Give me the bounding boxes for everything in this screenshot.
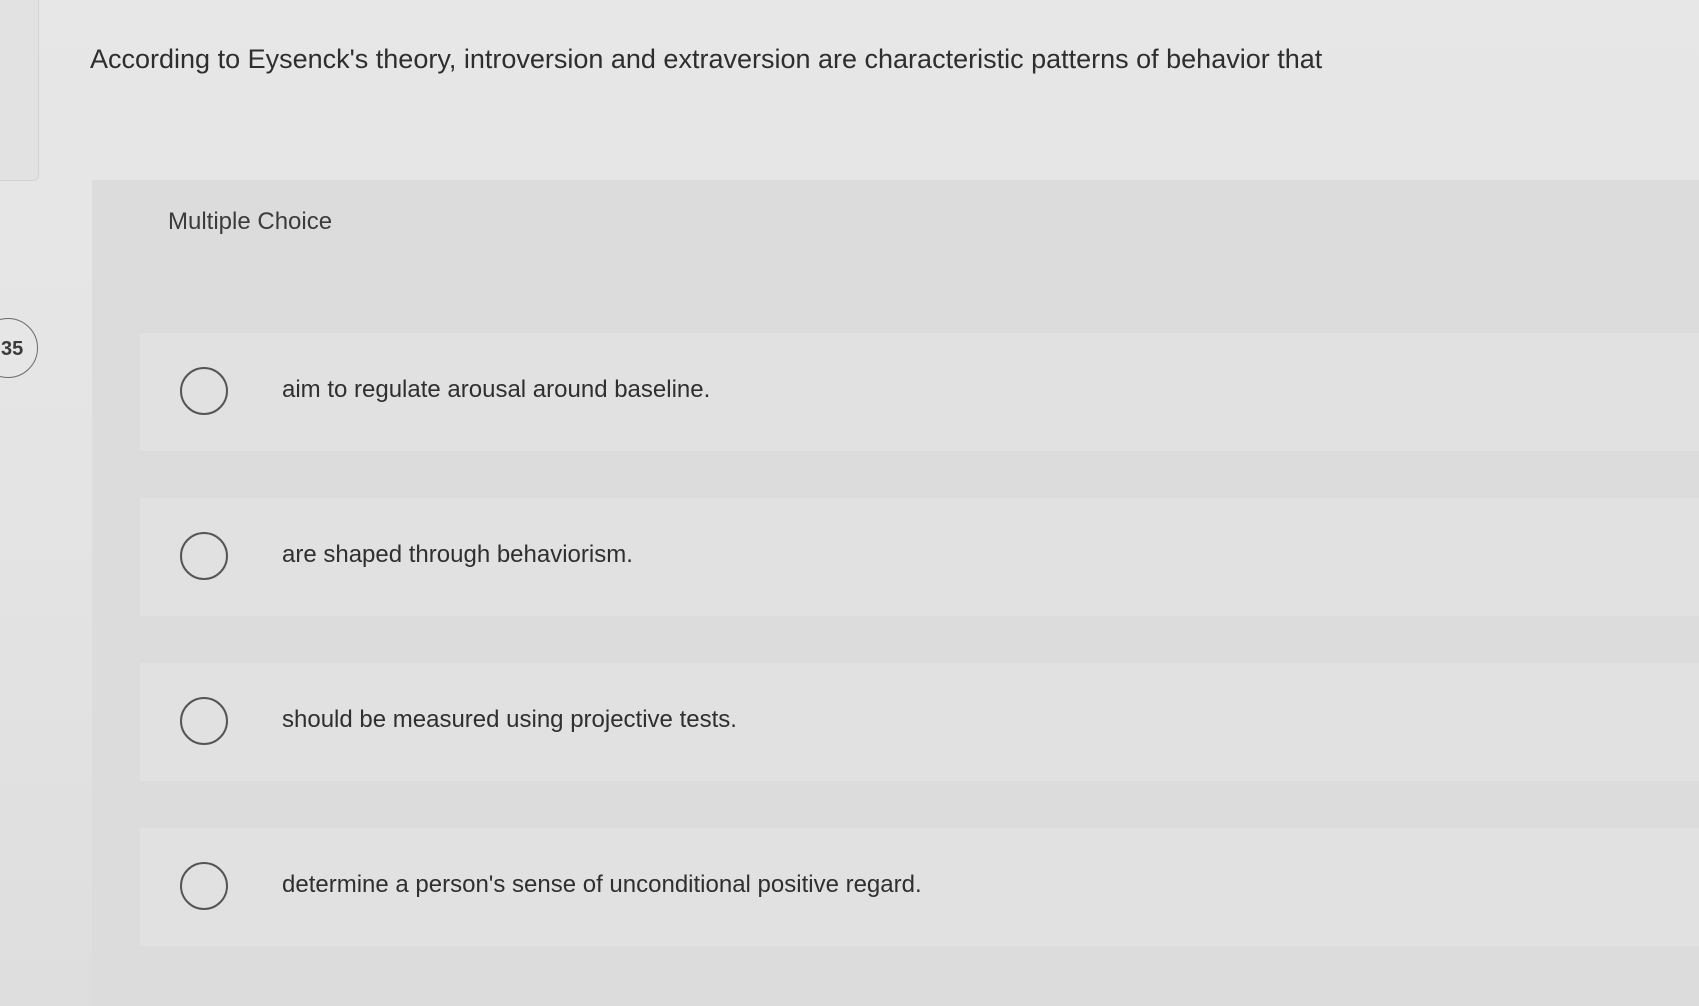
answer-option-label: determine a person's sense of unconditio… [282,871,922,898]
answer-option-2[interactable]: are shaped through behaviorism. [140,498,1699,616]
multiple-choice-panel: Multiple Choice aim to regulate arousal … [92,180,1699,1006]
answer-option-3[interactable]: should be measured using projective test… [140,663,1699,781]
radio-button-icon[interactable] [180,697,228,745]
radio-button-icon[interactable] [180,532,228,580]
answer-option-1[interactable]: aim to regulate arousal around baseline. [140,333,1699,451]
question-prompt: According to Eysenck's theory, introvers… [90,44,1323,74]
left-nav-strip [0,0,39,181]
radio-button-icon[interactable] [180,862,228,910]
answer-option-4[interactable]: determine a person's sense of unconditio… [140,828,1699,946]
answer-option-label: aim to regulate arousal around baseline. [282,376,711,403]
question-number-badge[interactable]: 35 [0,318,38,378]
question-type-label: Multiple Choice [168,208,333,235]
radio-button-icon[interactable] [180,367,228,415]
answer-option-label: should be measured using projective test… [282,706,737,733]
answer-option-label: are shaped through behaviorism. [282,541,633,568]
question-number-label: 35 [1,338,24,360]
